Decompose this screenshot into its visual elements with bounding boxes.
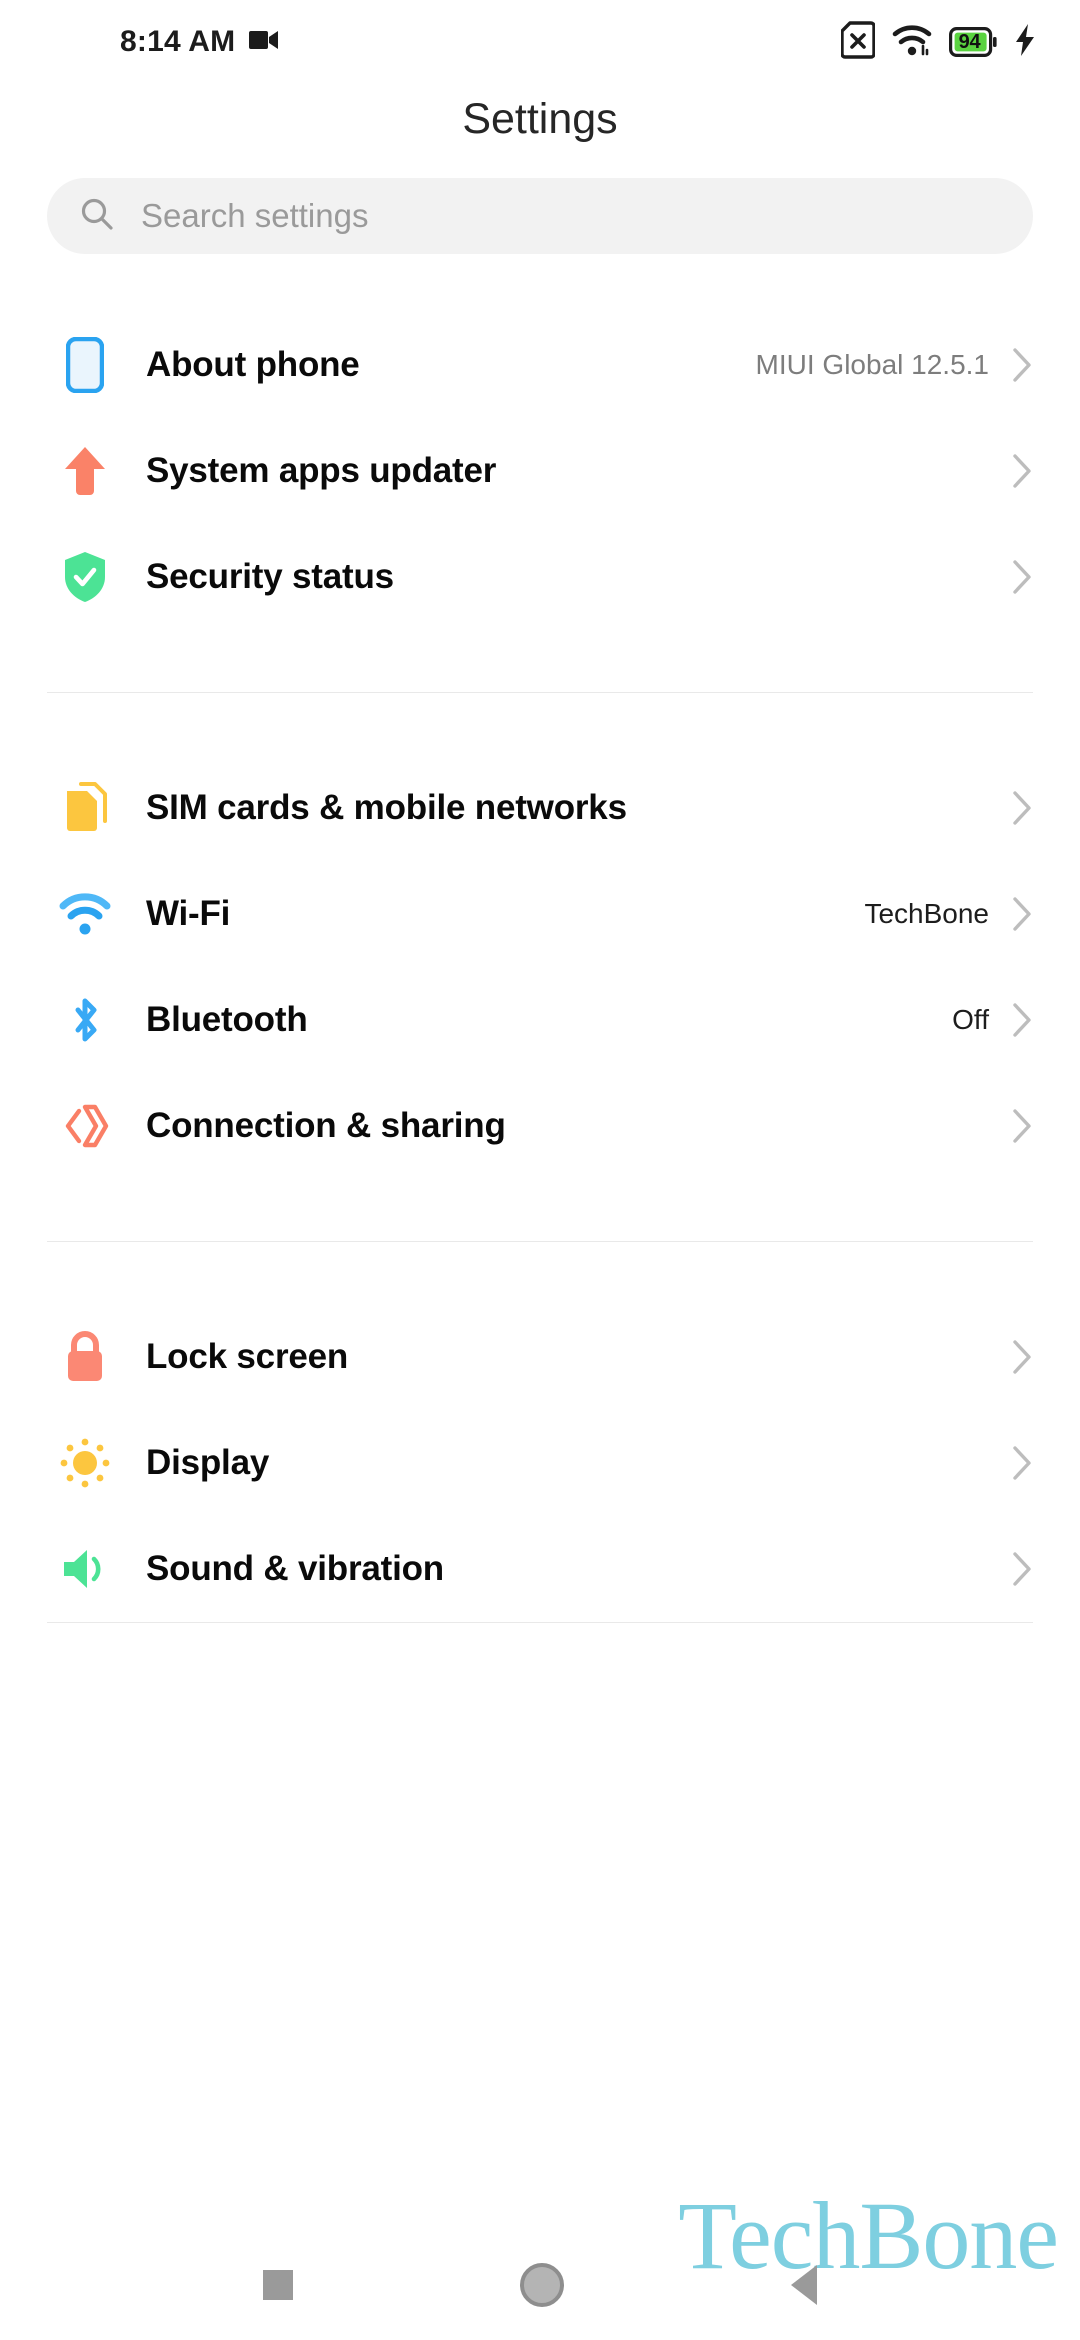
chevron-right-icon [1011, 1551, 1033, 1587]
sim-cards-icon [52, 781, 118, 835]
shield-check-icon [52, 551, 118, 603]
list-item-label: Wi-Fi [146, 894, 231, 933]
charging-bolt-icon [1014, 23, 1036, 61]
chevron-right-icon [1011, 453, 1033, 489]
bottom-divider [47, 1622, 1033, 1623]
list-item-bluetooth[interactable]: Bluetooth Off [0, 967, 1080, 1073]
recents-button[interactable] [263, 2270, 294, 2300]
video-camera-icon [249, 29, 279, 56]
battery-percent-label: 94 [958, 30, 981, 53]
list-item-sim-cards-mobile-networks[interactable]: SIM cards & mobile networks [0, 755, 1080, 861]
sim-card-missing-icon [840, 20, 876, 64]
chevron-right-icon [1011, 347, 1033, 383]
settings-group-device-info: About phone MIUI Global 12.5.1 System ap… [0, 312, 1080, 630]
list-item-security-status[interactable]: Security status [0, 524, 1080, 630]
connection-sharing-icon [52, 1102, 118, 1150]
list-item-wi-fi[interactable]: Wi-Fi TechBone [0, 861, 1080, 967]
home-button[interactable] [519, 2263, 564, 2307]
sun-icon [52, 1436, 118, 1490]
list-item-label: System apps updater [146, 451, 497, 490]
chevron-right-icon [1011, 559, 1033, 595]
list-item-label: Display [146, 1443, 270, 1482]
speaker-icon [52, 1545, 118, 1593]
chevron-right-icon [1011, 1445, 1033, 1481]
list-item-label: Sound & vibration [146, 1549, 444, 1588]
list-item-value: TechBone [864, 898, 989, 929]
page-title: Settings [462, 95, 618, 143]
bluetooth-icon [52, 992, 118, 1048]
list-item-label: Connection & sharing [146, 1106, 506, 1145]
settings-list: About phone MIUI Global 12.5.1 System ap… [0, 282, 1080, 1623]
chevron-right-icon [1011, 1108, 1033, 1144]
list-item-connection-sharing[interactable]: Connection & sharing [0, 1073, 1080, 1179]
lock-icon [52, 1330, 118, 1384]
up-arrow-icon [52, 445, 118, 497]
settings-screen: 8:14 AM 94 Settings Search settings Abou… [0, 0, 1080, 2340]
chevron-right-icon [1011, 790, 1033, 826]
settings-group-personalization: Lock screen Display Sound & vibration [0, 1304, 1080, 1622]
list-item-label: Lock screen [146, 1337, 349, 1376]
status-bar-left: 8:14 AM [120, 25, 279, 59]
battery-icon: 94 [949, 27, 997, 57]
chevron-right-icon [1011, 896, 1033, 932]
status-bar-clock: 8:14 AM [120, 25, 236, 58]
list-item-system-apps-updater[interactable]: System apps updater [0, 418, 1080, 524]
status-bar-right: 94 [840, 20, 1036, 64]
list-item-display[interactable]: Display [0, 1410, 1080, 1516]
search-input[interactable]: Search settings [47, 178, 1033, 254]
status-bar: 8:14 AM 94 [0, 0, 1080, 84]
search-icon [79, 196, 115, 237]
settings-group-connectivity: SIM cards & mobile networks Wi-Fi TechBo… [0, 755, 1080, 1179]
wifi-icon [892, 23, 932, 62]
list-item-lock-screen[interactable]: Lock screen [0, 1304, 1080, 1410]
list-item-label: About phone [146, 345, 360, 384]
list-item-label: Security status [146, 557, 394, 596]
phone-outline-icon [52, 337, 118, 393]
chevron-right-icon [1011, 1339, 1033, 1375]
list-item-value: Off [952, 1004, 989, 1035]
search-placeholder: Search settings [141, 197, 369, 234]
list-item-value: MIUI Global 12.5.1 [755, 349, 989, 380]
list-item-label: Bluetooth [146, 1000, 308, 1039]
back-button[interactable] [790, 2265, 817, 2305]
list-item-sound-vibration[interactable]: Sound & vibration [0, 1516, 1080, 1622]
wifi-icon [52, 892, 118, 936]
list-item-about-phone[interactable]: About phone MIUI Global 12.5.1 [0, 312, 1080, 418]
list-item-label: SIM cards & mobile networks [146, 788, 627, 827]
navigation-bar [0, 2230, 1080, 2340]
chevron-right-icon [1011, 1002, 1033, 1038]
